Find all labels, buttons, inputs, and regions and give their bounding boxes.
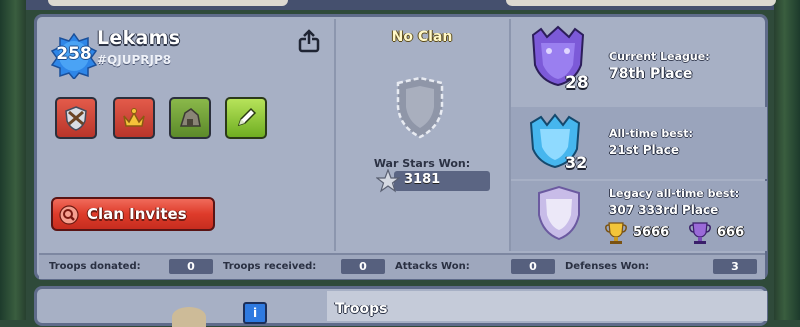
gold-crown-icon [123,108,145,127]
player-name: Lekams [97,27,181,49]
troops-header: Troops [327,291,767,321]
legacy-best-value: 307 333rd Place [609,203,719,217]
info-button[interactable]: i [243,302,267,324]
stat-label-defenses-won: Defenses Won: [565,261,650,272]
legacy-gold-trophies: 5666 [633,225,670,240]
clan-invites-label: Clan Invites [87,205,187,223]
current-league-row: 28 Current League: 78th Place [511,19,767,105]
empty-clan-shield-icon [396,76,444,139]
troops-panel: i Troops [34,286,768,327]
stats-bar: Troops donated: 0 Troops received: 0 Att… [39,253,765,279]
pencil-edit-icon [237,107,257,127]
top-tab-right[interactable] [506,0,776,6]
silver-star-icon [376,169,400,193]
hero-portrait [172,307,206,327]
legacy-best-label: Legacy all-time best: [609,187,740,200]
builder-hut-icon [179,108,201,127]
player-tag[interactable]: #QJUPRJP8 [97,53,171,67]
alltime-best-value: 21st Place [609,143,680,157]
background-right [774,0,800,320]
stat-label-troops-received: Troops received: [223,261,317,272]
alltime-best-label: All-time best: [609,127,693,140]
stat-value-troops-donated: 0 [169,259,213,274]
magnifier-icon [59,205,79,225]
builder-badge-button[interactable] [169,97,211,139]
war-stars-value: 3181 [404,172,441,187]
player-section: 258 Lekams #QJUPRJP8 Clan Invites [39,19,331,251]
clan-invites-button[interactable]: Clan Invites [51,197,215,231]
stat-value-troops-received: 0 [341,259,385,274]
share-icon [298,29,320,53]
top-tab-left[interactable] [48,0,288,6]
current-league-value: 78th Place [609,66,693,82]
clan-status: No Clan [391,29,453,45]
xp-badge: 258 [51,33,97,79]
stat-label-troops-donated: Troops donated: [49,261,141,272]
xp-level: 258 [56,44,92,64]
legacy-league-badge-icon [538,185,580,241]
legacy-purple-trophies: 666 [717,225,745,240]
alltime-best-row: 32 All-time best: 21st Place [511,107,767,179]
league-section: 28 Current League: 78th Place 32 All-tim… [509,19,767,251]
top-strip [26,0,776,10]
alltime-best-number: 32 [565,153,588,172]
current-league-label: Current League: [609,50,710,63]
swords-shield-icon [65,106,87,131]
stat-label-attacks-won: Attacks Won: [395,261,470,272]
background-left [0,0,26,320]
crown-badge-button[interactable] [113,97,155,139]
warrior-badge-button[interactable] [55,97,97,139]
legacy-best-row: Legacy all-time best: 307 333rd Place 56… [511,181,767,251]
profile-panel: 258 Lekams #QJUPRJP8 Clan Invites No Cla… [34,14,768,280]
clan-section: No Clan War Stars Won: 3181 [334,19,508,251]
share-button[interactable] [297,29,321,53]
troops-title: Troops [335,301,388,317]
purple-trophy-icon [689,222,711,244]
stat-value-attacks-won: 0 [511,259,555,274]
edit-profile-button[interactable] [225,97,267,139]
current-league-number: 28 [565,73,589,93]
gold-trophy-icon [605,222,627,244]
stat-value-defenses-won: 3 [713,259,757,274]
war-stars-label: War Stars Won: [373,157,471,170]
